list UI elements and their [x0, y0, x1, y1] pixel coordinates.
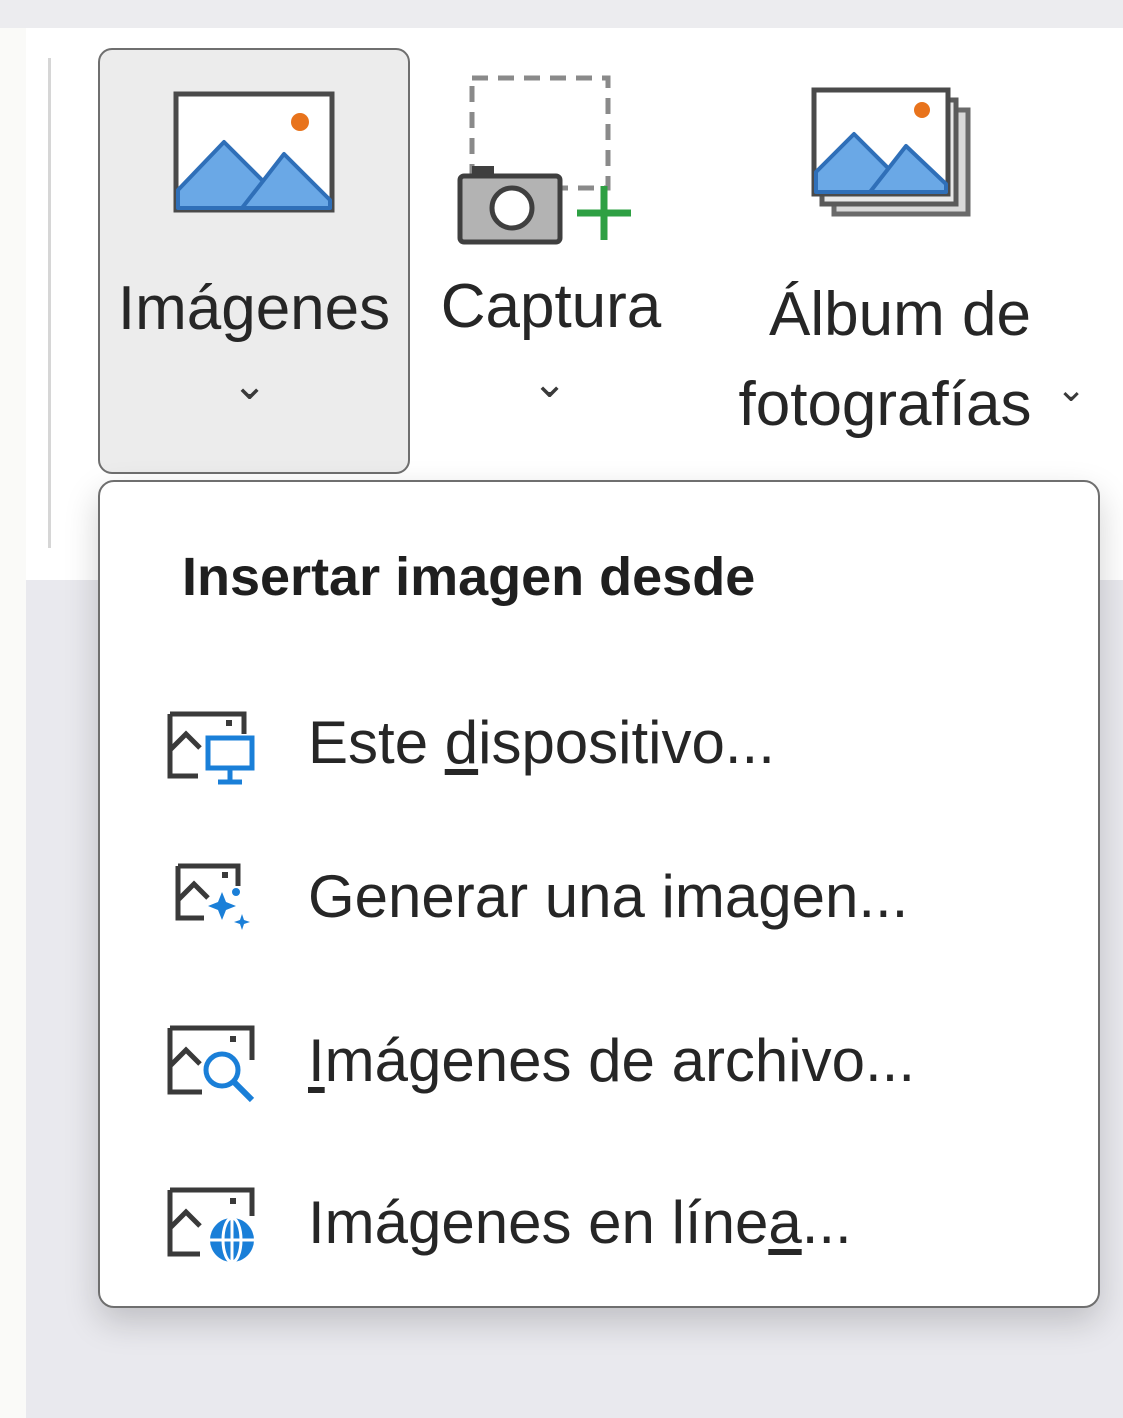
stock-images-icon	[167, 1025, 255, 1103]
photo-album-label-line2: fotografías	[738, 370, 1032, 439]
images-button-label: Imágenes	[117, 274, 391, 343]
online-images-icon	[167, 1187, 255, 1264]
menu-item-label: Este dispositivo...	[308, 709, 775, 776]
images-button[interactable]: Imágenes ⌄	[98, 48, 410, 474]
menu-item-label: Imágenes de archivo...	[308, 1027, 916, 1094]
picture-icon	[173, 91, 335, 213]
screenshot-button[interactable]: Captura ⌄	[420, 48, 682, 474]
menu-item-label: Generar una imagen...	[308, 863, 909, 930]
generate-image-icon	[175, 863, 250, 930]
top-edge-strip	[0, 0, 1123, 28]
photo-album-icon	[811, 87, 971, 217]
screenshot-button-label: Captura	[440, 272, 662, 341]
ribbon-divider	[48, 58, 51, 548]
menu-item-stock-images[interactable]: Imágenes de archivo...	[100, 996, 1098, 1126]
photo-album-button[interactable]: Álbum de fotografías ⌄	[690, 48, 1110, 474]
this-device-icon	[167, 711, 255, 785]
chevron-down-icon: ⌄	[532, 359, 568, 406]
insert-picture-dropdown: Insertar imagen desde Este dispositivo..…	[98, 480, 1100, 1308]
left-edge-strip	[0, 0, 26, 1418]
chevron-down-icon: ⌄	[1056, 368, 1087, 409]
menu-item-online-images[interactable]: Imágenes en línea...	[100, 1158, 1098, 1288]
chevron-down-icon: ⌄	[232, 361, 268, 408]
photo-album-label-line1: Álbum de	[769, 280, 1031, 349]
screenshot-camera-icon	[457, 75, 631, 245]
menu-item-generate-image[interactable]: Generar una imagen...	[100, 832, 1098, 962]
dropdown-title: Insertar imagen desde	[182, 547, 756, 607]
menu-item-label: Imágenes en línea...	[308, 1189, 852, 1256]
menu-item-this-device[interactable]: Este dispositivo...	[100, 678, 1098, 808]
